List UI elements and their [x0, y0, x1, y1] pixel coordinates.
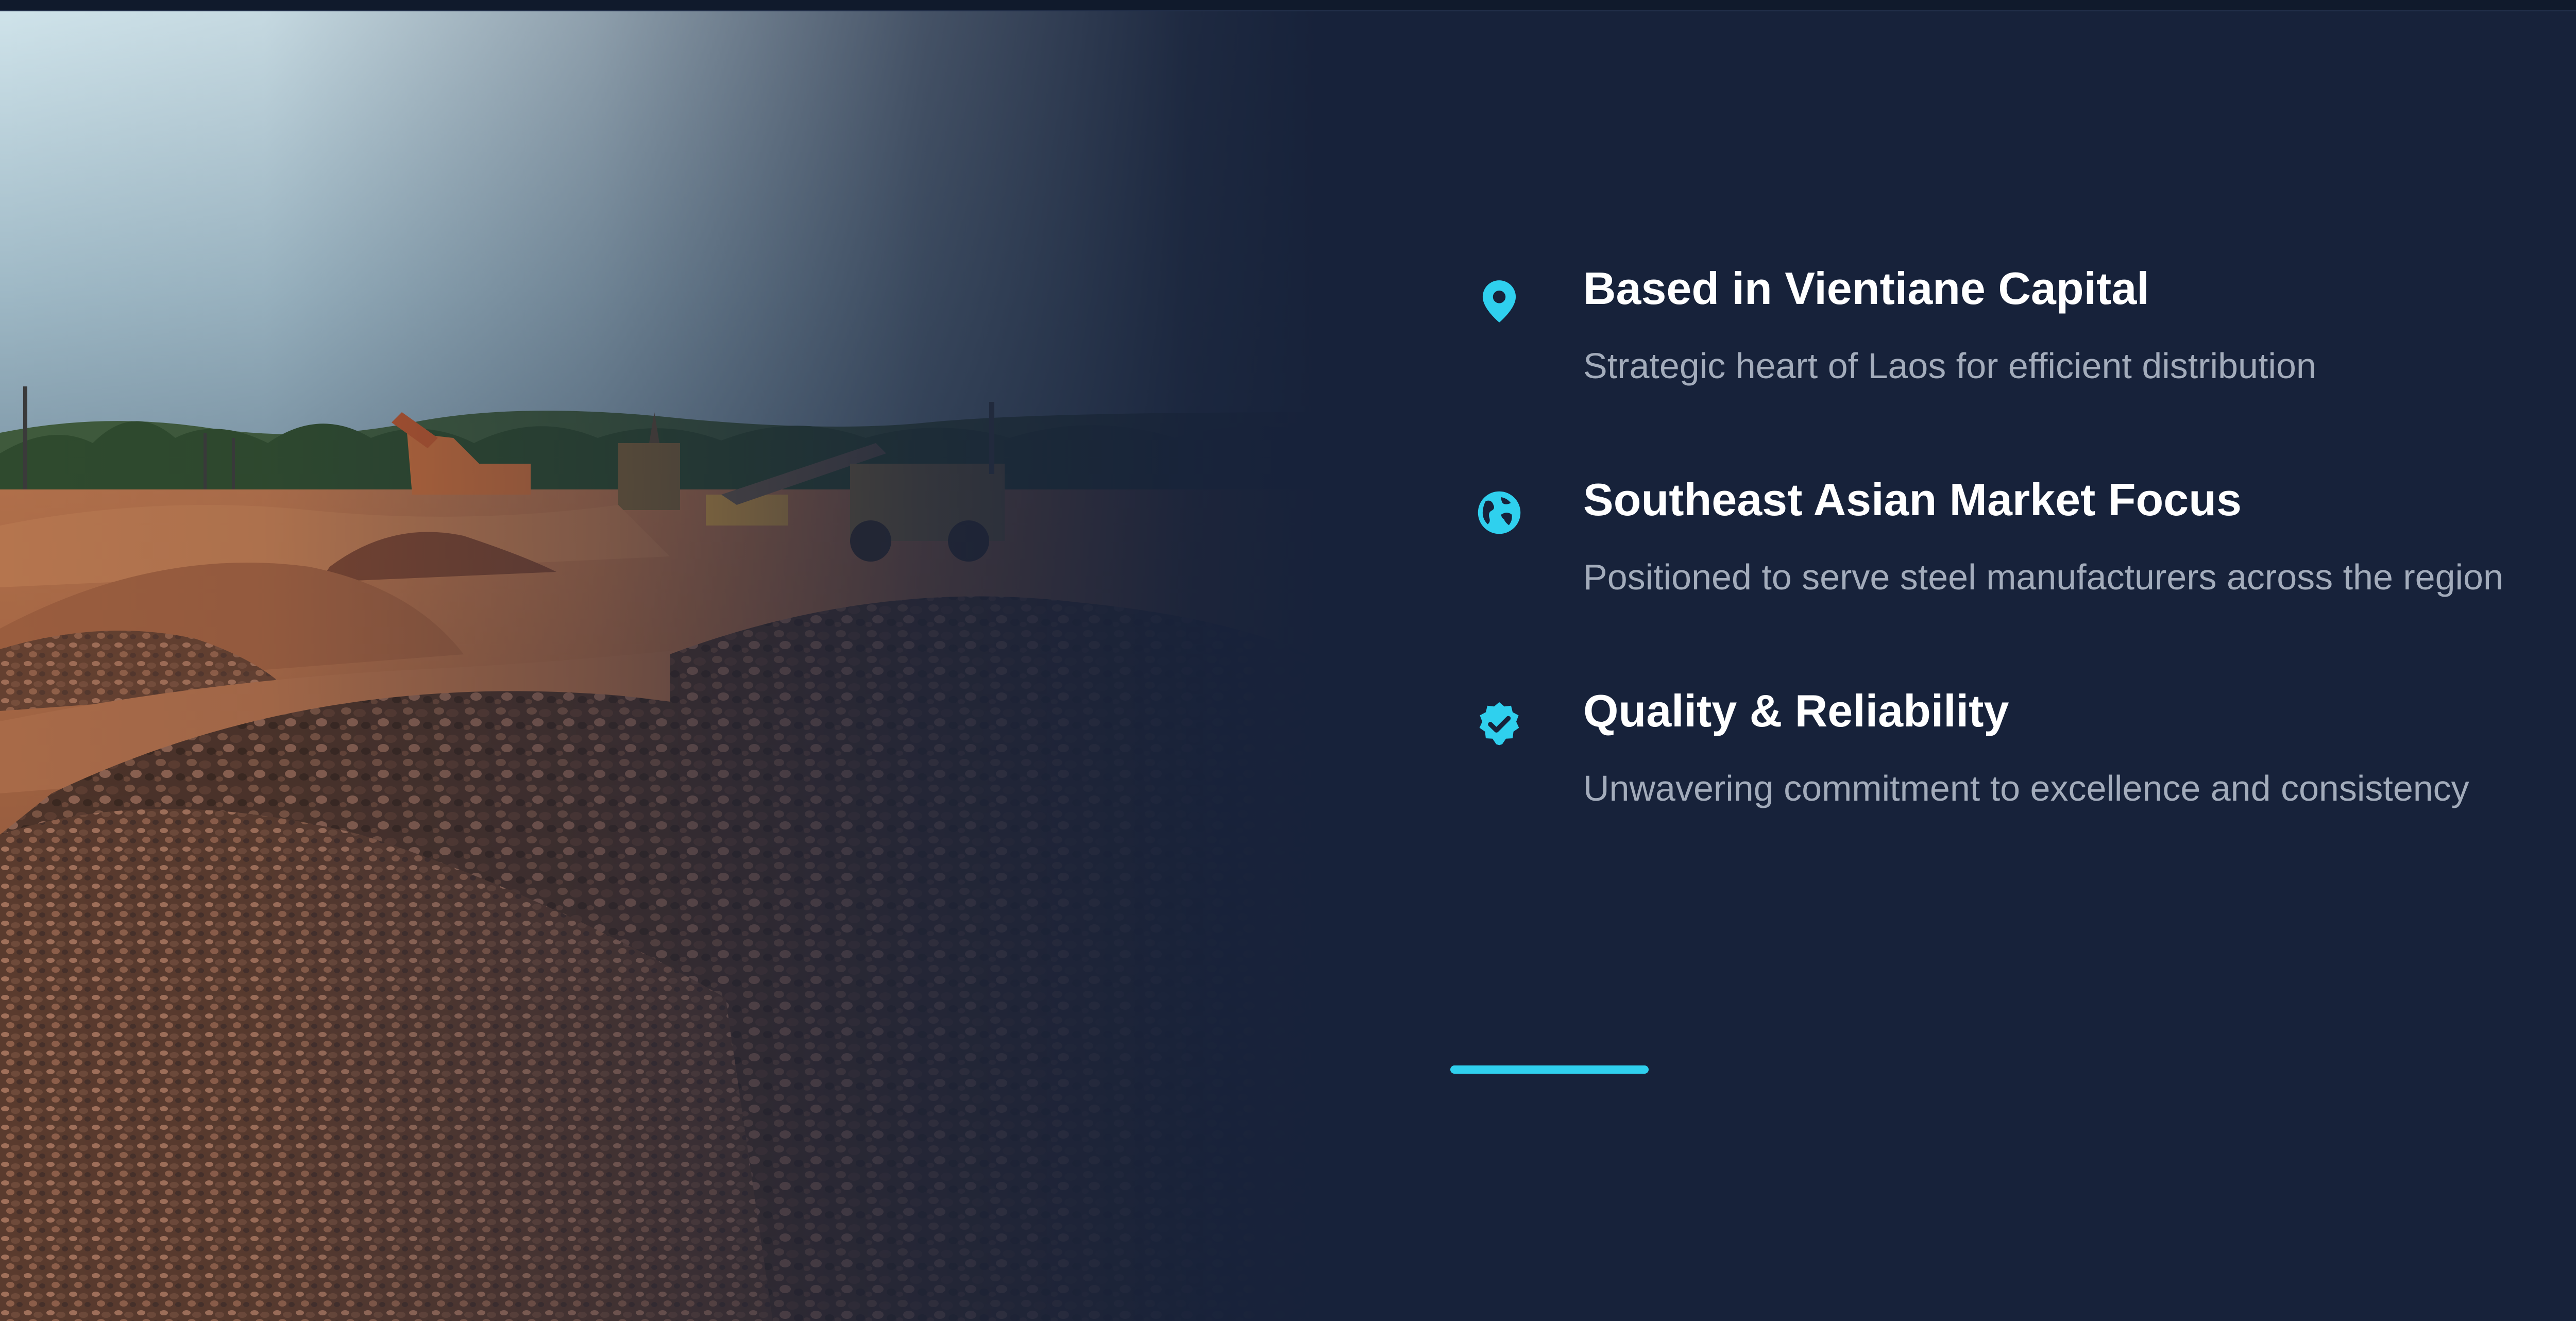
- map-pin-icon: [1471, 273, 1528, 330]
- mining-site-image: [0, 10, 1319, 1321]
- feature-item-location: Based in Vientiane Capital Strategic hea…: [1471, 258, 2553, 397]
- feature-title: Southeast Asian Market Focus: [1583, 474, 2242, 525]
- page-frame: Based in Vientiane Capital Strategic hea…: [0, 0, 2576, 1321]
- feature-description: Positioned to serve steel manufacturers …: [1583, 557, 2503, 597]
- feature-description: Strategic heart of Laos for efficient di…: [1583, 346, 2316, 386]
- verified-badge-icon: [1471, 696, 1528, 752]
- feature-item-quality: Quality & Reliability Unwavering commitm…: [1471, 680, 2553, 819]
- feature-title: Based in Vientiane Capital: [1583, 263, 2149, 314]
- feature-list: Based in Vientiane Capital Strategic hea…: [1471, 258, 2553, 891]
- globe-icon: [1471, 484, 1528, 541]
- top-bar: [0, 0, 2576, 11]
- accent-divider: [1450, 1065, 1649, 1074]
- feature-description: Unwavering commitment to excellence and …: [1583, 768, 2469, 808]
- image-fade-overlay: [0, 10, 1319, 1321]
- feature-title: Quality & Reliability: [1583, 685, 2009, 736]
- feature-item-market: Southeast Asian Market Focus Positioned …: [1471, 469, 2553, 608]
